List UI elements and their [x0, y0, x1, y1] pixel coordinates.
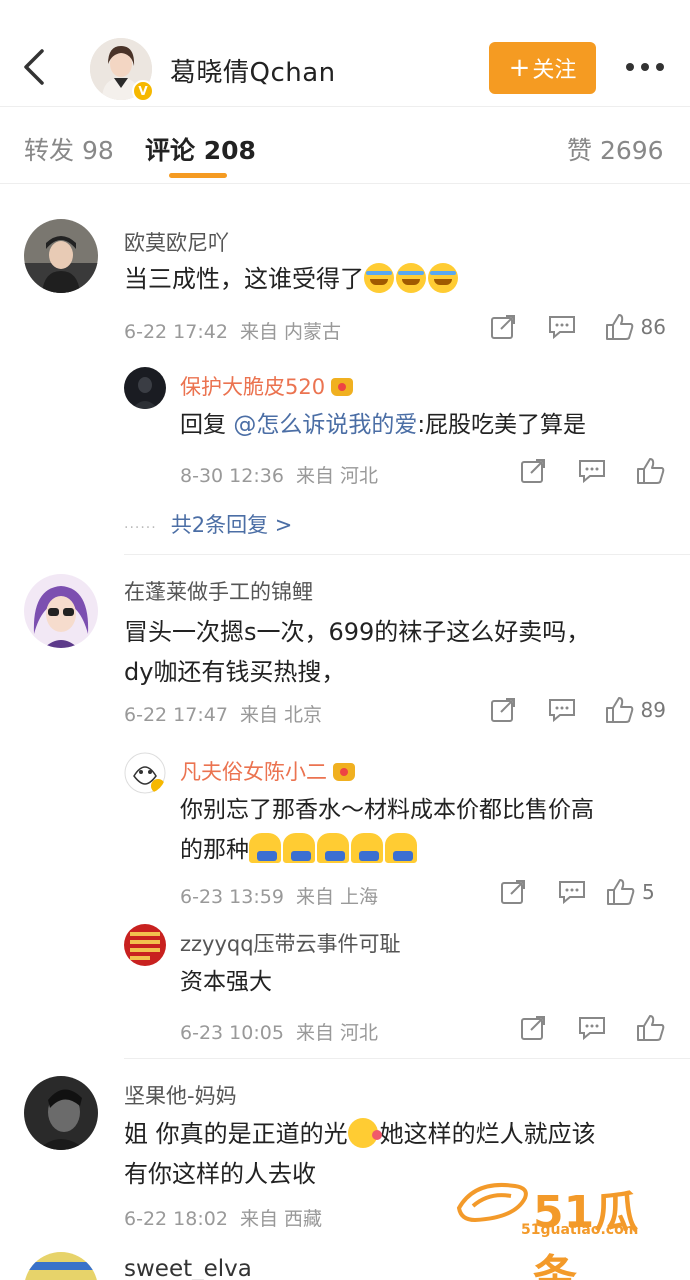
reply-text: 回复 @怎么诉说我的爱:屁股吃美了算是 [180, 412, 587, 438]
view-more-replies-link[interactable]: ······ 共2条回复 > [124, 509, 292, 539]
back-icon[interactable] [14, 44, 54, 90]
kneel-emoji-icon [385, 833, 417, 863]
active-tab-indicator [169, 173, 227, 178]
author-name[interactable]: 葛晓倩Qchan [170, 52, 336, 89]
crown-icon [333, 763, 355, 781]
reply-author-name[interactable]: 保护大脆皮520 [180, 371, 354, 401]
comment-icon[interactable] [516, 314, 576, 340]
comment-actions: 89 [456, 696, 666, 724]
reply-actions [486, 457, 666, 485]
kneel-emoji-icon [317, 833, 349, 863]
laugh-cry-emoji-icon [428, 263, 458, 293]
reply-actions [486, 1014, 666, 1042]
kiss-emoji-icon [347, 1118, 382, 1148]
divider [124, 554, 690, 555]
comment-icon[interactable] [546, 458, 606, 484]
follow-label: 关注 [532, 58, 577, 83]
comment-meta: 6-22 17:47 来自 北京 [124, 704, 323, 726]
reply-avatar[interactable] [124, 752, 166, 794]
comment-text: 冒头一次摁s一次，699的袜子这么好卖吗， dy咖还有钱买热搜， [124, 618, 591, 686]
tab-comments[interactable]: 评论 208 [145, 131, 256, 167]
commenter-avatar[interactable] [24, 1076, 98, 1150]
header: V 葛晓倩Qchan + 关注 [0, 0, 690, 106]
reply-avatar[interactable] [124, 367, 166, 409]
commenter-name[interactable]: sweet_elva [124, 1256, 252, 1280]
divider [124, 1058, 690, 1059]
comment-actions: 86 [456, 313, 666, 341]
commenter-avatar[interactable] [24, 574, 98, 648]
laugh-cry-emoji-icon [396, 263, 426, 293]
crown-icon [331, 378, 354, 396]
verified-badge-icon: V [132, 80, 154, 102]
plus-icon: + [508, 53, 531, 83]
share-icon[interactable] [456, 697, 516, 723]
like-icon[interactable]: 5 [586, 878, 666, 906]
laugh-cry-emoji-icon [364, 263, 394, 293]
comment-icon[interactable] [516, 697, 576, 723]
tab-repost[interactable]: 转发 98 [24, 131, 114, 167]
kneel-emoji-icon [283, 833, 315, 863]
commenter-name[interactable]: 欧莫欧尼吖 [124, 227, 229, 257]
reply-actions: 5 [466, 878, 666, 906]
comment-meta: 6-22 17:42 来自 内蒙古 [124, 321, 342, 343]
like-icon[interactable]: 86 [576, 313, 666, 341]
commenter-avatar[interactable] [24, 219, 98, 293]
share-icon[interactable] [486, 1015, 546, 1041]
like-icon[interactable]: 89 [576, 696, 666, 724]
comment-meta: 6-22 18:02 来自 西藏 [124, 1208, 323, 1230]
share-icon[interactable] [456, 314, 516, 340]
watermark-url: 51guatiao.com [521, 1222, 639, 1238]
reply-text: 资本强大 [180, 969, 272, 995]
commenter-avatar[interactable] [24, 1252, 98, 1280]
reply-text: 你别忘了那香水～材料成本价都比售价高 的那种 [180, 797, 594, 863]
like-count: 86 [640, 315, 666, 339]
more-icon[interactable] [622, 52, 668, 82]
commenter-name[interactable]: 坚果他-妈妈 [124, 1080, 237, 1110]
mention-link[interactable]: @怎么诉说我的爱 [233, 412, 417, 438]
comment-icon[interactable] [526, 879, 586, 905]
watermark-logo: 51瓜条 51guatiao.com [455, 1172, 675, 1280]
kneel-emoji-icon [249, 833, 281, 863]
reply-meta: 8-30 12:36 来自 河北 [180, 465, 379, 487]
share-icon[interactable] [486, 458, 546, 484]
tab-likes[interactable]: 赞 2696 [567, 131, 664, 167]
follow-button[interactable]: + 关注 [489, 42, 596, 94]
reply-author-name[interactable]: 凡夫俗女陈小二 [180, 756, 355, 786]
comment-text: 当三成性，这谁受得了 [124, 259, 664, 299]
comment-icon[interactable] [546, 1015, 606, 1041]
tab-bar: 转发 98 评论 208 赞 2696 [0, 106, 690, 184]
like-icon[interactable] [606, 457, 666, 485]
reply-meta: 6-23 13:59 来自 上海 [180, 886, 379, 908]
like-icon[interactable] [606, 1014, 666, 1042]
like-count: 5 [642, 880, 655, 904]
reply-author-name[interactable]: zzyyqq压带云事件可耻 [180, 928, 401, 958]
reply-avatar[interactable] [124, 924, 166, 966]
like-count: 89 [640, 698, 666, 722]
kneel-emoji-icon [351, 833, 383, 863]
commenter-name[interactable]: 在蓬莱做手工的锦鲤 [124, 576, 313, 606]
author-avatar[interactable]: V [90, 38, 154, 102]
share-icon[interactable] [466, 879, 526, 905]
reply-meta: 6-23 10:05 来自 河北 [180, 1022, 379, 1044]
